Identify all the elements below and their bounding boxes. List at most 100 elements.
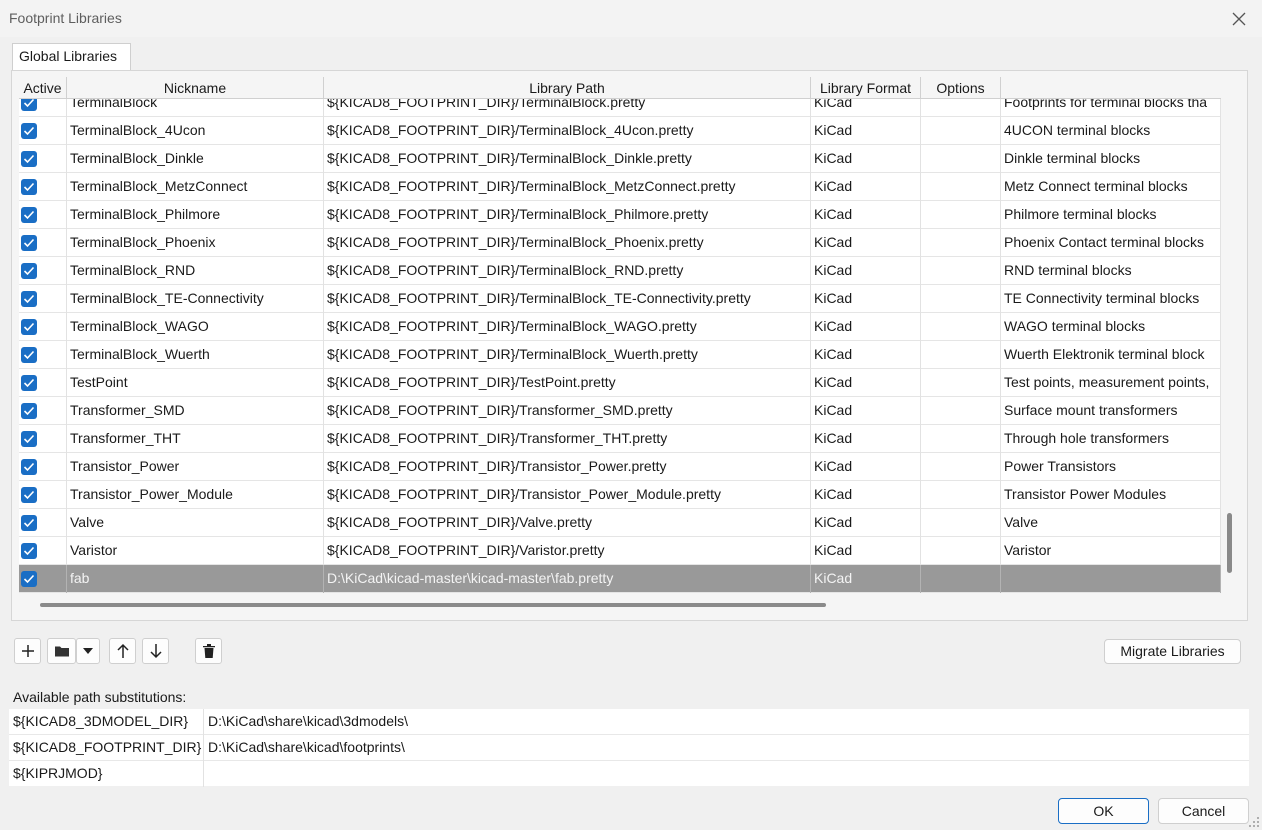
active-cell[interactable] (19, 229, 67, 257)
library-format-cell[interactable]: KiCad (811, 397, 921, 425)
nickname-cell[interactable]: Transistor_Power_Module (67, 481, 324, 509)
description-cell[interactable]: Phoenix Contact terminal blocks (1001, 229, 1221, 257)
nickname-cell[interactable]: TerminalBlock_WAGO (67, 313, 324, 341)
active-checkbox[interactable] (21, 375, 37, 391)
nickname-cell[interactable]: TerminalBlock_Wuerth (67, 341, 324, 369)
description-cell[interactable]: 4UCON terminal blocks (1001, 117, 1221, 145)
options-cell[interactable] (921, 285, 1001, 313)
library-format-cell[interactable]: KiCad (811, 369, 921, 397)
table-row[interactable]: Transformer_SMD ${KICAD8_FOOTPRINT_DIR}/T… (19, 397, 1221, 425)
library-format-cell[interactable]: KiCad (811, 537, 921, 565)
library-format-cell[interactable]: KiCad (811, 201, 921, 229)
active-cell[interactable] (19, 285, 67, 313)
options-cell[interactable] (921, 425, 1001, 453)
horizontal-scroll-thumb[interactable] (40, 603, 826, 607)
nickname-cell[interactable]: fab (67, 565, 324, 593)
active-checkbox[interactable] (21, 515, 37, 531)
library-path-cell[interactable]: ${KICAD8_FOOTPRINT_DIR}/TerminalBlock_RN… (324, 257, 811, 285)
description-cell[interactable]: Surface mount transformers (1001, 397, 1221, 425)
active-cell[interactable] (19, 481, 67, 509)
table-row[interactable]: TerminalBlock_Wuerth ${KICAD8_FOOTPRINT_D… (19, 341, 1221, 369)
table-row[interactable]: TerminalBlock_Philmore ${KICAD8_FOOTPRINT… (19, 201, 1221, 229)
library-format-cell[interactable]: KiCad (811, 425, 921, 453)
ok-button[interactable]: OK (1058, 798, 1149, 824)
library-path-cell[interactable]: ${KICAD8_FOOTPRINT_DIR}/TerminalBlock.pr… (324, 99, 811, 117)
options-cell[interactable] (921, 173, 1001, 201)
column-header-description[interactable] (1001, 77, 1221, 99)
description-cell[interactable]: Philmore terminal blocks (1001, 201, 1221, 229)
options-cell[interactable] (921, 201, 1001, 229)
nickname-cell[interactable]: TerminalBlock_MetzConnect (67, 173, 324, 201)
options-cell[interactable] (921, 99, 1001, 117)
library-path-cell[interactable]: ${KICAD8_FOOTPRINT_DIR}/TerminalBlock_WA… (324, 313, 811, 341)
table-row[interactable]: fab D:\KiCad\kicad-master\kicad-master\fa… (19, 565, 1221, 593)
options-cell[interactable] (921, 537, 1001, 565)
options-cell[interactable] (921, 565, 1001, 593)
active-checkbox[interactable] (21, 235, 37, 251)
description-cell[interactable]: Valve (1001, 509, 1221, 537)
description-cell[interactable]: Dinkle terminal blocks (1001, 145, 1221, 173)
active-cell[interactable] (19, 509, 67, 537)
description-cell[interactable]: Power Transistors (1001, 453, 1221, 481)
column-header-active[interactable]: Active (19, 77, 67, 99)
active-cell[interactable] (19, 99, 67, 117)
active-cell[interactable] (19, 453, 67, 481)
active-checkbox[interactable] (21, 487, 37, 503)
column-header-options[interactable]: Options (921, 77, 1001, 99)
column-header-library-path[interactable]: Library Path (324, 77, 811, 99)
options-cell[interactable] (921, 117, 1001, 145)
browse-library-button[interactable] (47, 638, 76, 664)
library-path-cell[interactable]: ${KICAD8_FOOTPRINT_DIR}/TerminalBlock_Ph… (324, 229, 811, 257)
active-checkbox[interactable] (21, 431, 37, 447)
active-checkbox[interactable] (21, 319, 37, 335)
active-cell[interactable] (19, 537, 67, 565)
tab-global-libraries[interactable]: Global Libraries (12, 43, 131, 71)
move-down-button[interactable] (142, 638, 169, 664)
nickname-cell[interactable]: TerminalBlock_4Ucon (67, 117, 324, 145)
active-cell[interactable] (19, 201, 67, 229)
table-row[interactable]: TerminalBlock_MetzConnect ${KICAD8_FOOTPR… (19, 173, 1221, 201)
library-path-cell[interactable]: ${KICAD8_FOOTPRINT_DIR}/TerminalBlock_TE… (324, 285, 811, 313)
active-checkbox[interactable] (21, 403, 37, 419)
active-checkbox[interactable] (21, 291, 37, 307)
active-cell[interactable] (19, 145, 67, 173)
library-format-cell[interactable]: KiCad (811, 509, 921, 537)
options-cell[interactable] (921, 257, 1001, 285)
substitution-row[interactable]: ${KICAD8_FOOTPRINT_DIR} D:\KiCad\share\ki… (9, 735, 1249, 761)
table-row[interactable]: TestPoint ${KICAD8_FOOTPRINT_DIR}/TestPoi… (19, 369, 1221, 397)
options-cell[interactable] (921, 145, 1001, 173)
library-format-cell[interactable]: KiCad (811, 453, 921, 481)
table-row[interactable]: TerminalBlock_WAGO ${KICAD8_FOOTPRINT_DIR… (19, 313, 1221, 341)
library-format-cell[interactable]: KiCad (811, 341, 921, 369)
library-format-cell[interactable]: KiCad (811, 285, 921, 313)
move-up-button[interactable] (109, 638, 136, 664)
remove-library-button[interactable] (195, 638, 222, 664)
active-checkbox[interactable] (21, 99, 37, 111)
options-cell[interactable] (921, 313, 1001, 341)
vertical-scroll-thumb[interactable] (1227, 513, 1232, 573)
table-row[interactable]: TerminalBlock_4Ucon ${KICAD8_FOOTPRINT_DI… (19, 117, 1221, 145)
library-path-cell[interactable]: ${KICAD8_FOOTPRINT_DIR}/Transistor_Power… (324, 453, 811, 481)
active-checkbox[interactable] (21, 571, 37, 587)
library-format-cell[interactable]: KiCad (811, 313, 921, 341)
nickname-cell[interactable]: TerminalBlock_Dinkle (67, 145, 324, 173)
nickname-cell[interactable]: TerminalBlock_Phoenix (67, 229, 324, 257)
options-cell[interactable] (921, 397, 1001, 425)
table-row[interactable]: TerminalBlock_RND ${KICAD8_FOOTPRINT_DIR}… (19, 257, 1221, 285)
active-checkbox[interactable] (21, 543, 37, 559)
active-cell[interactable] (19, 397, 67, 425)
description-cell[interactable] (1001, 565, 1221, 593)
library-format-cell[interactable]: KiCad (811, 565, 921, 593)
library-format-cell[interactable]: KiCad (811, 481, 921, 509)
active-cell[interactable] (19, 173, 67, 201)
library-path-cell[interactable]: ${KICAD8_FOOTPRINT_DIR}/Varistor.pretty (324, 537, 811, 565)
library-path-cell[interactable]: ${KICAD8_FOOTPRINT_DIR}/TerminalBlock_4U… (324, 117, 811, 145)
active-cell[interactable] (19, 369, 67, 397)
substitution-row[interactable]: ${KICAD8_3DMODEL_DIR} D:\KiCad\share\kica… (9, 709, 1249, 735)
description-cell[interactable]: Test points, measurement points, (1001, 369, 1221, 397)
options-cell[interactable] (921, 453, 1001, 481)
description-cell[interactable]: WAGO terminal blocks (1001, 313, 1221, 341)
substitution-row[interactable]: ${KIPRJMOD} (9, 761, 1249, 787)
description-cell[interactable]: Wuerth Elektronik terminal block (1001, 341, 1221, 369)
migrate-libraries-button[interactable]: Migrate Libraries (1104, 639, 1241, 664)
